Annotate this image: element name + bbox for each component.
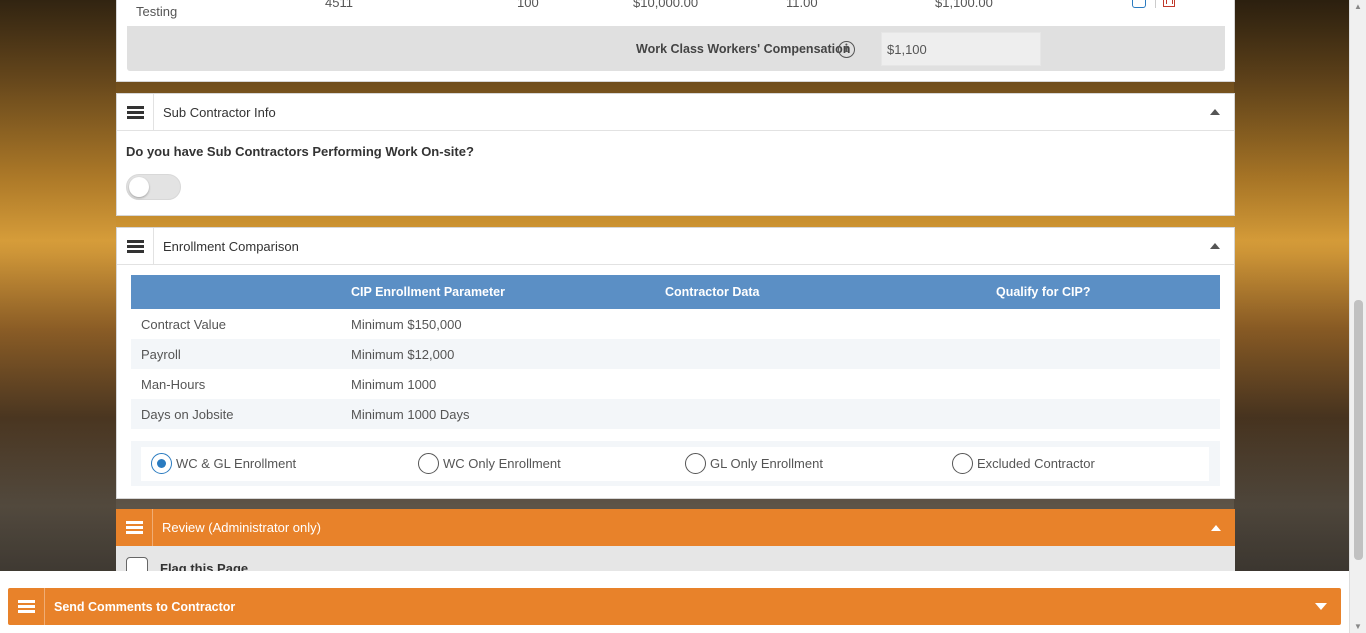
radio-label: Excluded Contractor xyxy=(977,456,1095,471)
enrollment-title: Enrollment Comparison xyxy=(163,238,299,254)
radio-unchecked-icon[interactable] xyxy=(418,453,439,474)
row-data xyxy=(655,399,986,429)
background-photo-left xyxy=(0,0,116,633)
work-class-comp-field[interactable] xyxy=(881,32,1041,66)
expand-caret-icon[interactable] xyxy=(1315,603,1327,610)
row-qualify xyxy=(986,339,1220,369)
table-header-row: CIP Enrollment Parameter Contractor Data… xyxy=(131,275,1220,309)
radio-wc-only[interactable]: WC Only Enrollment xyxy=(418,453,561,474)
sub-contractor-header[interactable]: Sub Contractor Info xyxy=(117,93,1234,131)
radio-unchecked-icon[interactable] xyxy=(952,453,973,474)
radio-label: WC & GL Enrollment xyxy=(176,456,297,471)
row-param: Minimum $150,000 xyxy=(351,316,462,332)
enrollment-radio-group: WC & GL Enrollment WC Only Enrollment GL… xyxy=(141,447,1209,481)
delete-icon[interactable] xyxy=(1163,0,1175,7)
row-data xyxy=(655,309,986,339)
enrollment-header[interactable]: Enrollment Comparison xyxy=(117,227,1234,265)
sub-contractor-title: Sub Contractor Info xyxy=(163,104,276,120)
toggle-knob xyxy=(129,177,149,197)
table-header xyxy=(131,275,341,309)
row-qualify xyxy=(986,309,1220,339)
work-class-premium: $1,100.00 xyxy=(935,0,993,10)
enrollment-options: WC & GL Enrollment WC Only Enrollment GL… xyxy=(131,441,1220,486)
sub-contractor-toggle[interactable] xyxy=(126,174,181,200)
table-row: Contract Value Minimum $150,000 xyxy=(131,309,1220,339)
radio-wc-gl[interactable]: WC & GL Enrollment xyxy=(151,453,296,474)
row-label: Contract Value xyxy=(141,316,227,332)
row-param: Minimum 1000 Days xyxy=(341,399,655,429)
row-qualify xyxy=(986,399,1220,429)
enrollment-panel: Enrollment Comparison CIP Enrollment Par… xyxy=(116,227,1235,499)
table-row: Days on Jobsite Minimum 1000 Days xyxy=(131,399,1220,429)
hamburger-menu-icon[interactable] xyxy=(117,227,154,265)
info-icon[interactable]: i xyxy=(838,41,855,58)
table-header: Contractor Data xyxy=(655,275,986,309)
work-class-panel: Testing 4511 100 $10,000.00 11.00 $1,100… xyxy=(116,0,1235,82)
work-class-name: Testing xyxy=(136,4,178,19)
work-class-rate: 11.00 xyxy=(786,0,818,10)
background-photo-right xyxy=(1234,0,1366,633)
radio-checked-icon[interactable] xyxy=(151,453,172,474)
radio-gl-only[interactable]: GL Only Enrollment xyxy=(685,453,823,474)
row-param: Minimum $12,000 xyxy=(341,339,655,369)
radio-excluded[interactable]: Excluded Contractor xyxy=(952,453,1095,474)
row-data xyxy=(655,369,986,399)
scroll-up-arrow-icon[interactable]: ▲ xyxy=(1354,2,1362,11)
work-class-payroll: $10,000.00 xyxy=(633,0,699,10)
send-comments-bar[interactable]: Send Comments to Contractor xyxy=(8,588,1341,625)
work-class-comp-bar: Work Class Workers' Compensation i xyxy=(127,26,1225,71)
collapse-caret-icon[interactable] xyxy=(1211,524,1221,531)
table-row: Payroll Minimum $12,000 xyxy=(131,339,1220,369)
row-label: Days on Jobsite xyxy=(131,399,341,429)
row-label: Man-Hours xyxy=(141,376,206,392)
table-header: Qualify for CIP? xyxy=(986,275,1220,309)
work-class-code: 4511 xyxy=(325,0,353,10)
work-class-comp-label: Work Class Workers' Compensation xyxy=(636,42,851,56)
review-header[interactable]: Review (Administrator only) xyxy=(116,509,1235,546)
collapse-caret-icon[interactable] xyxy=(1210,109,1220,115)
work-class-percent: 100 xyxy=(517,0,539,10)
hamburger-menu-icon[interactable] xyxy=(8,588,45,625)
row-label: Payroll xyxy=(131,339,341,369)
enrollment-table: CIP Enrollment Parameter Contractor Data… xyxy=(131,275,1220,429)
send-comments-title: Send Comments to Contractor xyxy=(54,599,236,614)
row-data xyxy=(655,339,986,369)
scroll-down-arrow-icon[interactable]: ▼ xyxy=(1354,622,1362,631)
row-qualify xyxy=(986,369,1220,399)
icon-divider xyxy=(1155,0,1156,8)
radio-label: WC Only Enrollment xyxy=(443,456,561,471)
hamburger-menu-icon[interactable] xyxy=(117,93,154,131)
page-scrollbar[interactable]: ▲ ▼ xyxy=(1349,0,1366,633)
collapse-caret-icon[interactable] xyxy=(1210,243,1220,249)
hamburger-menu-icon[interactable] xyxy=(116,509,153,546)
table-header: CIP Enrollment Parameter xyxy=(341,275,655,309)
table-row: Man-Hours Minimum 1000 xyxy=(131,369,1220,399)
row-param: Minimum 1000 xyxy=(351,376,437,392)
sub-contractor-question: Do you have Sub Contractors Performing W… xyxy=(126,144,474,159)
work-class-row: Testing 4511 100 $10,000.00 11.00 $1,100… xyxy=(117,0,1234,22)
edit-icon[interactable] xyxy=(1132,0,1146,8)
sub-contractor-panel: Sub Contractor Info Do you have Sub Cont… xyxy=(116,93,1235,216)
radio-label: GL Only Enrollment xyxy=(710,456,823,471)
scrollbar-thumb[interactable] xyxy=(1354,300,1363,560)
review-title: Review (Administrator only) xyxy=(162,520,321,535)
review-panel: Review (Administrator only) Flag this Pa… xyxy=(116,509,1235,579)
radio-unchecked-icon[interactable] xyxy=(685,453,706,474)
